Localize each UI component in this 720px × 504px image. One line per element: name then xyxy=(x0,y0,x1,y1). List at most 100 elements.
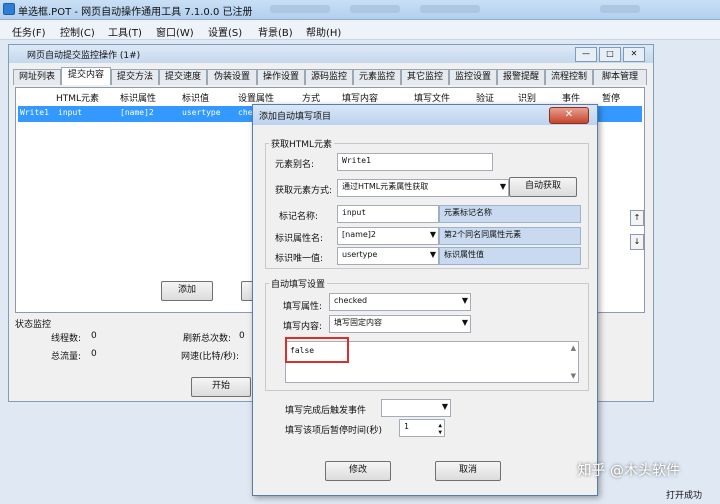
start-button[interactable]: 开始 xyxy=(191,377,251,397)
chevron-down-icon: ▼ xyxy=(441,402,448,411)
column-header[interactable]: 填写文件 xyxy=(414,91,450,104)
menu-settings[interactable]: 设置(S) xyxy=(208,24,242,39)
menu-window[interactable]: 窗口(W) xyxy=(156,24,194,39)
tab-submit-speed[interactable]: 提交速度 xyxy=(159,69,207,85)
move-up-button[interactable]: ↑ xyxy=(630,210,644,226)
tab-disguise[interactable]: 伪装设置 xyxy=(207,69,257,85)
close-icon[interactable]: ✕ xyxy=(549,107,589,124)
blurred-area xyxy=(270,5,330,13)
uniq-select[interactable]: usertype ▼ xyxy=(337,247,439,265)
refresh-value: 0 xyxy=(239,331,245,341)
tag-input[interactable]: input xyxy=(337,205,439,223)
uniq-hint: 标识属性值 xyxy=(439,247,581,265)
column-header[interactable]: 事件 xyxy=(562,91,580,104)
alias-input[interactable]: Write1 xyxy=(337,153,493,171)
attr-select[interactable]: [name]2 ▼ xyxy=(337,227,439,245)
refresh-label: 刷新总次数: xyxy=(183,334,232,344)
menu-task[interactable]: 任务(F) xyxy=(12,24,46,39)
add-autofill-dialog: 添加自动填写项目 ✕ 获取HTML元素 元素别名: Write1 获取元素方式:… xyxy=(252,104,598,496)
status-title: 状态监控 xyxy=(15,320,52,330)
uniq-select-value: usertype xyxy=(342,250,378,259)
fill-attr-label: 填写属性: xyxy=(283,302,323,312)
monitor-window-title: 网页自动提交监控操作 (1#) xyxy=(27,51,141,61)
tab-submit-content[interactable]: 提交内容 xyxy=(61,67,111,85)
chevron-down-icon: ▼ xyxy=(461,318,468,327)
table-cell: input xyxy=(58,108,83,117)
chevron-down-icon: ▼ xyxy=(461,296,468,305)
highlight-box xyxy=(285,337,349,363)
modify-button[interactable]: 修改 xyxy=(325,461,391,481)
dialog-titlebar: 添加自动填写项目 ✕ xyxy=(253,105,597,125)
menu-tools[interactable]: 工具(T) xyxy=(108,24,142,39)
threads-value: 0 xyxy=(91,331,97,341)
table-cell: Write1 xyxy=(20,108,49,117)
tab-monitor-settings[interactable]: 监控设置 xyxy=(449,69,497,85)
tag-hint: 元素标记名称 xyxy=(439,205,581,223)
event-select[interactable]: ▼ xyxy=(381,399,451,417)
fill-attr-select[interactable]: checked ▼ xyxy=(329,293,471,311)
uniq-label: 标识唯一值: xyxy=(275,254,324,264)
fill-content-select[interactable]: 填写固定内容 ▼ xyxy=(329,315,471,333)
total-flow-label: 总流量: xyxy=(51,352,82,362)
tab-url-list[interactable]: 网址列表 xyxy=(13,69,61,85)
tab-source-monitor[interactable]: 源码监控 xyxy=(305,69,353,85)
monitor-window-titlebar: 网页自动提交监控操作 (1#) — □ ✕ xyxy=(9,45,653,63)
auto-get-button[interactable]: 自动获取 xyxy=(509,177,577,197)
chevron-down-icon: ▼ xyxy=(429,230,436,239)
column-header[interactable]: 设置属性 xyxy=(238,91,274,104)
column-header[interactable]: 标识值 xyxy=(182,91,209,104)
event-label: 填写完成后触发事件 xyxy=(285,406,367,416)
title-bar: 单选框.POT - 网页自动操作通用工具 7.1.0.0 已注册 xyxy=(0,0,720,20)
pause-label: 填写该项后暂停时间(秒) xyxy=(285,426,383,436)
scroll-up-icon[interactable]: ▲ xyxy=(571,344,576,352)
menu-background[interactable]: 背景(B) xyxy=(258,24,293,39)
tab-element-monitor[interactable]: 元素监控 xyxy=(353,69,401,85)
column-header[interactable]: 暂停 xyxy=(602,91,620,104)
scroll-down-icon[interactable]: ▼ xyxy=(571,372,576,380)
table-cell: [name]2 xyxy=(120,108,154,117)
total-flow-value: 0 xyxy=(91,349,97,359)
tab-flow-control[interactable]: 流程控制 xyxy=(545,69,593,85)
method-select[interactable]: 通过HTML元素属性获取 ▼ xyxy=(337,179,509,197)
fill-attr-select-value: checked xyxy=(334,296,368,305)
close-button[interactable]: ✕ xyxy=(623,47,645,62)
minimize-button[interactable]: — xyxy=(575,47,597,62)
add-button[interactable]: 添加 xyxy=(161,281,213,301)
watermark: 知乎 @木头软件 xyxy=(577,463,680,479)
column-header[interactable]: 标识属性 xyxy=(120,91,156,104)
column-header[interactable]: 填写内容 xyxy=(342,91,378,104)
menu-bar: 任务(F) 控制(C) 工具(T) 窗口(W) 设置(S) 背景(B) 帮助(H… xyxy=(0,20,720,40)
move-down-button[interactable]: ↓ xyxy=(630,234,644,250)
method-label: 获取元素方式: xyxy=(275,186,333,196)
cancel-button[interactable]: 取消 xyxy=(435,461,501,481)
tab-submit-method[interactable]: 提交方法 xyxy=(111,69,159,85)
blurred-area xyxy=(420,5,480,13)
column-header[interactable]: HTML元素 xyxy=(56,91,99,104)
blurred-area xyxy=(350,5,400,13)
chevron-down-icon[interactable]: ▼ xyxy=(438,426,442,440)
chevron-down-icon: ▼ xyxy=(499,182,506,191)
get-element-group-title: 获取HTML元素 xyxy=(269,137,335,150)
autofill-group-title: 自动填写设置 xyxy=(269,277,328,290)
app-icon xyxy=(3,3,15,15)
menu-help[interactable]: 帮助(H) xyxy=(306,24,341,39)
status-bar-text: 打开成功 xyxy=(666,491,703,501)
tab-operation[interactable]: 操作设置 xyxy=(257,69,305,85)
tab-other-monitor[interactable]: 其它监控 xyxy=(401,69,449,85)
window-title: 单选框.POT - 网页自动操作通用工具 7.1.0.0 已注册 xyxy=(18,7,253,18)
column-header[interactable]: 识别 xyxy=(518,91,536,104)
tab-alarm[interactable]: 报警提醒 xyxy=(497,69,545,85)
menu-control[interactable]: 控制(C) xyxy=(60,24,95,39)
maximize-button[interactable]: □ xyxy=(599,47,621,62)
column-header[interactable]: 方式 xyxy=(302,91,320,104)
attr-hint: 第2个同名同属性元素 xyxy=(439,227,581,245)
attr-label: 标识属性名: xyxy=(275,234,324,244)
fill-content-label: 填写内容: xyxy=(283,322,323,332)
tab-script[interactable]: 脚本管理 xyxy=(593,69,647,85)
fill-content-select-value: 填写固定内容 xyxy=(334,318,382,327)
alias-label: 元素别名: xyxy=(275,160,315,170)
pause-value: 1 xyxy=(404,422,409,431)
column-header[interactable]: 验证 xyxy=(476,91,494,104)
threads-label: 线程数: xyxy=(51,334,82,344)
pause-stepper[interactable]: 1 ▲ ▼ xyxy=(399,419,445,437)
